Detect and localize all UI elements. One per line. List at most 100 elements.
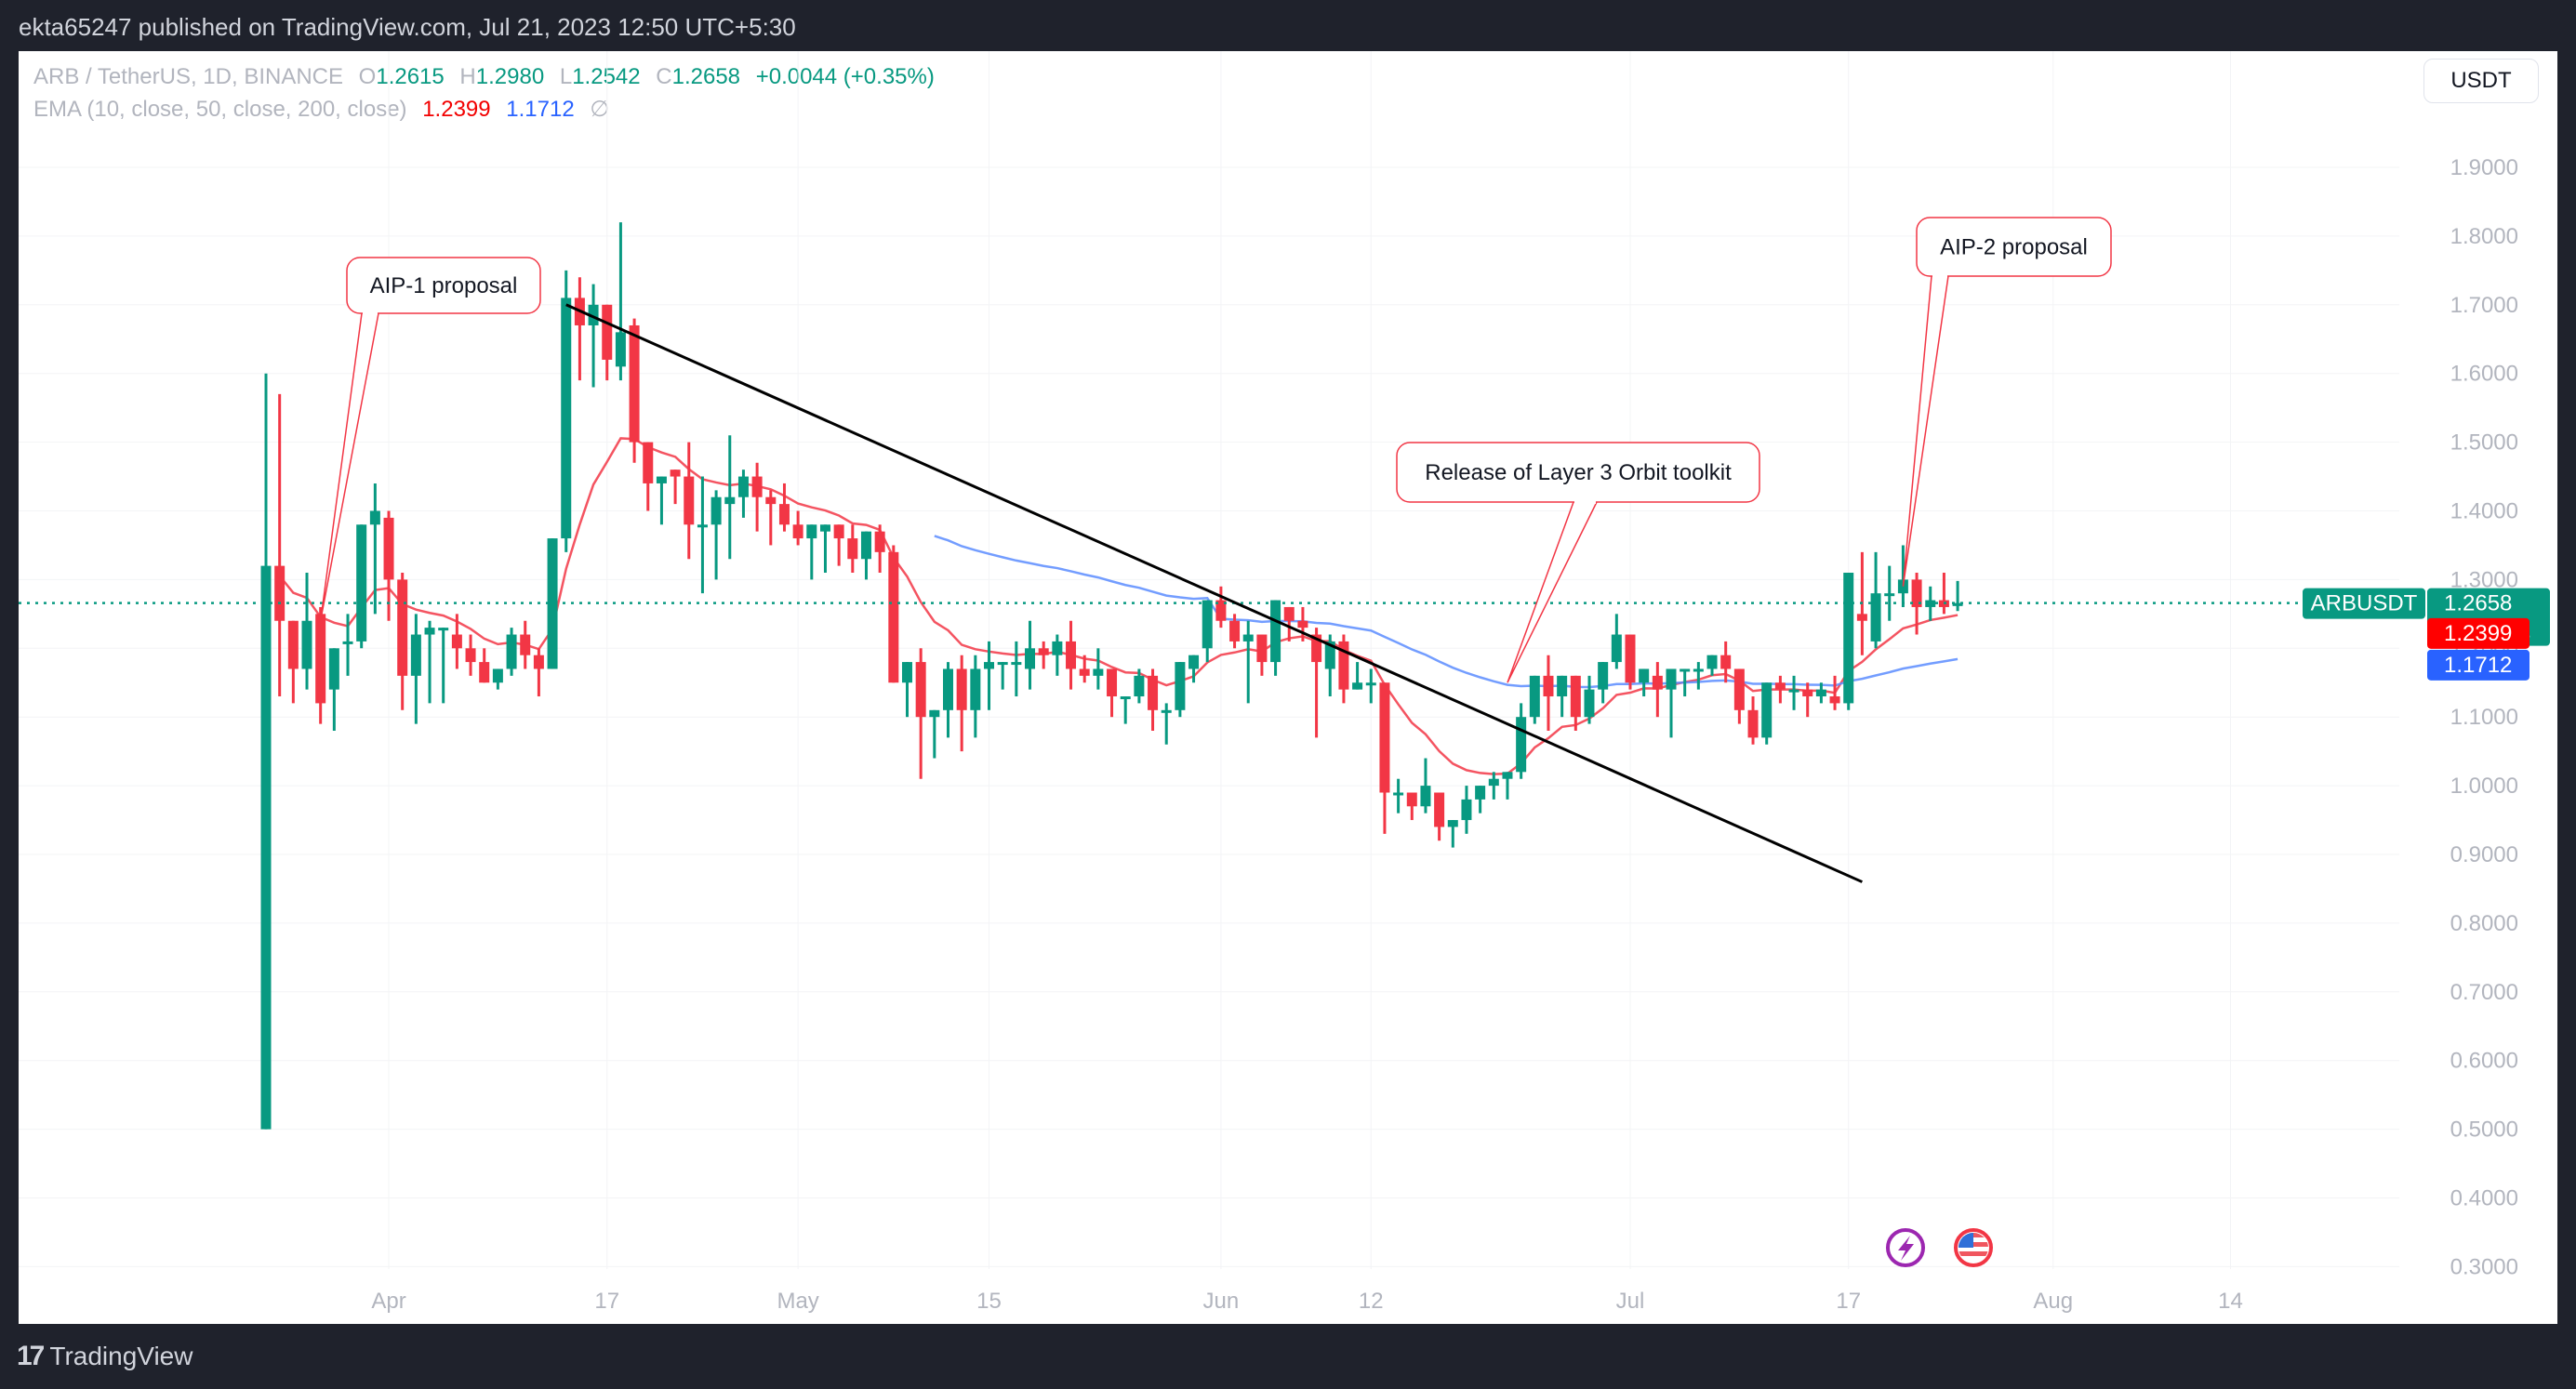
candle — [1625, 634, 1636, 690]
candle-body — [602, 304, 613, 360]
candle-body — [1270, 600, 1281, 663]
candle-body — [1666, 668, 1677, 690]
candle — [274, 393, 285, 697]
candle-body — [315, 614, 326, 704]
candle-body — [1625, 634, 1636, 683]
candle-body — [1188, 655, 1200, 669]
price-axis: 1.90001.80001.70001.60001.50001.40001.30… — [2450, 155, 2518, 1279]
candle-body — [1693, 668, 1704, 672]
candle-body — [1788, 689, 1799, 693]
candle-body — [765, 496, 777, 505]
tradingview-brand[interactable]: TradingView — [49, 1342, 193, 1371]
callout-joint — [363, 311, 378, 315]
candle-body — [465, 648, 476, 663]
candle — [970, 655, 981, 738]
candle — [1925, 586, 1936, 621]
candle-body — [1843, 573, 1854, 704]
candle-body — [356, 524, 367, 642]
candle-body — [615, 332, 626, 367]
callout[interactable]: AIP-1 proposal — [319, 257, 541, 621]
candle-body — [1488, 778, 1499, 787]
lightning-icon[interactable] — [1886, 1228, 1925, 1267]
candle — [1093, 648, 1104, 690]
us-flag-icon[interactable] — [1953, 1227, 1994, 1268]
candle-body — [684, 476, 695, 525]
candle-body — [1352, 682, 1363, 690]
callout[interactable]: Release of Layer 3 Orbit toolkit — [1396, 442, 1760, 683]
candle — [1256, 634, 1268, 676]
price-tick-label: 1.9000 — [2450, 155, 2518, 180]
candle-body — [492, 668, 503, 683]
candle-body — [287, 620, 299, 669]
candle — [1406, 792, 1417, 821]
candle — [874, 524, 885, 574]
price-tick-label: 0.6000 — [2450, 1049, 2518, 1074]
candle — [1529, 675, 1540, 724]
candle — [1052, 634, 1063, 676]
candle — [819, 524, 830, 574]
price-tick-label: 1.4000 — [2450, 499, 2518, 524]
candle-body — [724, 496, 736, 505]
price-tick-label: 0.3000 — [2450, 1254, 2518, 1279]
time-axis: Apr 17 May 15 Jun 12 Jul 17 Aug 14 — [371, 1289, 2242, 1314]
candle-body — [1475, 786, 1486, 800]
price-tick-label: 0.9000 — [2450, 842, 2518, 867]
candle — [915, 648, 926, 779]
candle-body — [1774, 682, 1786, 690]
candle — [506, 628, 517, 676]
candle — [1843, 573, 1854, 710]
candle-body — [643, 442, 654, 483]
candle-body — [806, 524, 817, 539]
ema10-tag-text: 1.2399 — [2444, 621, 2512, 646]
candle-body — [1747, 709, 1759, 738]
candle-body — [1680, 668, 1691, 672]
candle-body — [1079, 668, 1090, 676]
candle-body — [1815, 689, 1826, 697]
callout-pointer — [1507, 501, 1598, 683]
candle — [492, 668, 503, 690]
candle-body — [260, 565, 272, 1130]
candle-body — [520, 634, 531, 655]
candle — [1774, 675, 1786, 704]
callout-text: AIP-2 proposal — [1940, 235, 2088, 260]
price-chart[interactable]: AIP-1 proposal Release of Layer 3 Orbit t… — [0, 0, 2576, 1389]
ema50-tag-text: 1.1712 — [2444, 653, 2512, 678]
candle-body — [533, 655, 544, 669]
candle — [1870, 551, 1881, 649]
candle-body — [1720, 655, 1732, 669]
candle-body — [397, 579, 408, 676]
callout[interactable]: AIP-2 proposal — [1902, 217, 2112, 587]
candle — [1148, 668, 1159, 731]
candle — [1311, 628, 1322, 738]
candle — [1025, 620, 1036, 690]
candle-body — [1598, 662, 1609, 690]
candle — [1107, 668, 1118, 718]
candle-body — [506, 634, 517, 669]
tradingview-logo-icon[interactable]: 17 — [17, 1341, 45, 1372]
time-tick-label: Jul — [1616, 1289, 1645, 1314]
candle — [615, 222, 626, 381]
time-tick-label: Jun — [1203, 1289, 1240, 1314]
candle-body — [369, 510, 380, 525]
price-tick-label: 1.7000 — [2450, 293, 2518, 318]
candle — [1393, 778, 1404, 814]
candle-body — [1011, 662, 1022, 666]
candle-body — [1283, 606, 1295, 621]
event-icons — [1886, 1227, 1994, 1268]
candle-body — [915, 662, 926, 718]
candle — [561, 270, 572, 552]
candle — [260, 373, 272, 1130]
candle — [765, 490, 777, 546]
callout-joint — [1932, 273, 1947, 278]
last-price-text: 1.2658 — [2444, 591, 2512, 616]
price-tags: ARBUSDT1.265816:39:421.23991.1712 — [2303, 588, 2550, 681]
candle-body — [929, 709, 940, 718]
candle-body — [1365, 682, 1376, 686]
candle-body — [438, 628, 449, 631]
candle-body — [451, 634, 462, 649]
candle — [833, 524, 844, 566]
candle — [410, 614, 421, 724]
callout-text: Release of Layer 3 Orbit toolkit — [1425, 460, 1732, 485]
candle — [710, 490, 722, 580]
callout-pointer — [319, 312, 379, 621]
